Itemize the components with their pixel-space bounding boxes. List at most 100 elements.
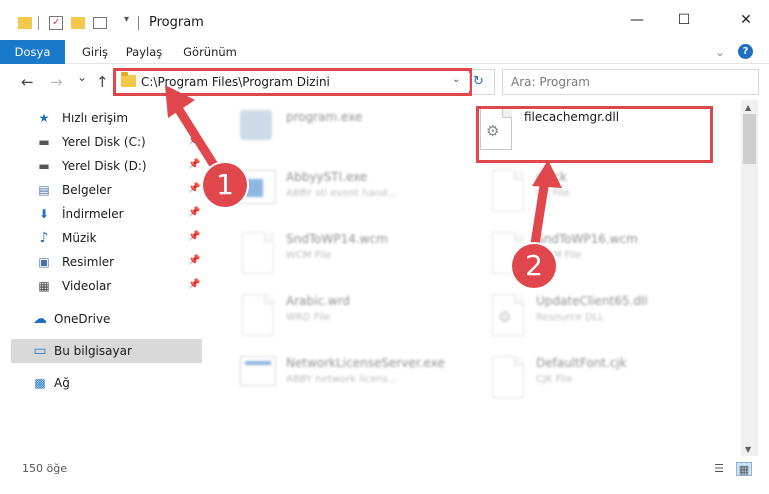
pin-icon: 📌 [188, 255, 201, 266]
up-button[interactable]: ↑ [96, 73, 109, 91]
file-name: ck.ck [536, 170, 567, 184]
step-marker-1: 1 [203, 163, 247, 207]
music-icon: ♪ [39, 230, 49, 246]
ribbon-collapse-button[interactable]: ⌄ [712, 40, 728, 64]
sidebar-item-local-disk-c[interactable]: ▬ Yerel Disk (C:) 📌 [0, 130, 202, 154]
scrollbar-thumb[interactable] [743, 114, 756, 164]
sidebar-item-label: Ağ [54, 376, 70, 390]
sidebar-item-this-pc[interactable]: ▭ Bu bilgisayar [11, 339, 202, 363]
help-icon[interactable]: ? [738, 44, 753, 59]
sidebar-item-label: İndirmeler [62, 207, 124, 221]
navigation-bar: ← → ⌄ ↑ C:\Program Files\Program Dizini … [0, 64, 769, 100]
tab-home[interactable]: Giriş [73, 40, 117, 64]
sidebar-item-label: Hızlı erişim [62, 111, 129, 125]
file-name: Arabic.wrd [286, 294, 351, 308]
file-item[interactable]: program.exe [224, 102, 474, 158]
search-placeholder[interactable]: Ara: Program [511, 75, 590, 89]
file-icon [492, 356, 524, 398]
title-separator [138, 16, 139, 30]
pin-icon: 📌 [188, 135, 201, 146]
close-button[interactable]: ✕ [723, 0, 769, 40]
sidebar-item-label: Müzik [62, 231, 97, 245]
file-type: ABBY network licens... [286, 374, 398, 385]
sidebar-item-local-disk-d[interactable]: ▬ Yerel Disk (D:) 📌 [0, 154, 202, 178]
file-type: WRD File [286, 312, 331, 323]
computer-icon: ▭ [33, 343, 47, 359]
pictures-icon: ▣ [38, 255, 50, 269]
file-name: NetworkLicenseServer.exe [286, 356, 445, 370]
vertical-scrollbar[interactable]: ▲ ▼ [741, 100, 758, 456]
drive-icon: ▬ [38, 159, 50, 173]
file-type: CJK File [536, 374, 573, 385]
file-type: Resource DLL [536, 312, 604, 323]
sidebar-item-label: Yerel Disk (D:) [62, 159, 147, 173]
recent-locations-button[interactable]: ⌄ [77, 70, 87, 84]
file-highlight-box [476, 106, 713, 163]
file-icon [242, 294, 274, 336]
new-folder-icon[interactable] [71, 17, 85, 29]
forward-button[interactable]: → [50, 73, 63, 91]
tab-share[interactable]: Paylaş [122, 40, 166, 64]
tab-file[interactable]: Dosya [0, 40, 65, 64]
file-item[interactable]: SndToWP14.wcm WCM File [224, 224, 474, 280]
dll-gear-icon: ⚙ [492, 294, 524, 336]
file-name: SndToWP16.wcm [536, 232, 638, 246]
file-item[interactable]: AbbyySTI.exe ABBY sti event hand... [224, 162, 474, 218]
program-exe-icon [240, 110, 272, 140]
file-type: ABBY sti event hand... [286, 188, 397, 199]
file-item[interactable]: ⚙ UpdateClient65.dll Resource DLL [474, 286, 724, 342]
pin-icon: 📌 [188, 183, 201, 194]
videos-icon: ▦ [38, 279, 50, 293]
sidebar-item-label: Bu bilgisayar [54, 344, 132, 358]
file-item[interactable]: DefaultFont.cjk CJK File [474, 348, 724, 404]
file-name: program.exe [286, 110, 363, 124]
sidebar-item-quick-access[interactable]: ★ Hızlı erişim [0, 106, 202, 130]
quick-access-dropdown-icon[interactable]: ▾ [124, 14, 129, 30]
file-icon [492, 170, 524, 212]
sidebar-item-music[interactable]: ♪ Müzik 📌 [0, 226, 202, 250]
pin-icon: 📌 [188, 159, 201, 170]
scroll-up-icon[interactable]: ▲ [745, 103, 751, 112]
download-icon: ⬇ [38, 207, 50, 221]
sidebar-item-label: OneDrive [54, 312, 111, 326]
minimize-button[interactable]: — [614, 0, 660, 40]
pin-icon: 📌 [188, 279, 201, 290]
details-view-icon[interactable]: ☰ [711, 462, 727, 476]
folder-icon [18, 17, 32, 29]
sidebar-item-network[interactable]: ▩ Ağ [0, 371, 202, 395]
file-item[interactable]: Arabic.wrd WRD File [224, 286, 474, 342]
file-type: CK File [536, 188, 570, 199]
address-highlight-box [113, 68, 472, 96]
sidebar-item-onedrive[interactable]: ☁ OneDrive [0, 307, 202, 331]
file-icon [242, 232, 274, 274]
sidebar-item-documents[interactable]: ▤ Belgeler 📌 [0, 178, 202, 202]
file-item[interactable]: ck.ck CK File [474, 162, 724, 218]
star-icon: ★ [38, 111, 50, 125]
scroll-down-icon[interactable]: ▼ [745, 445, 751, 454]
sidebar-item-downloads[interactable]: ⬇ İndirmeler 📌 [0, 202, 202, 226]
cloud-icon: ☁ [33, 311, 47, 327]
search-box[interactable]: Ara: Program [502, 69, 759, 95]
status-bar: 150 öğe ☰ ▦ [0, 456, 769, 494]
file-name: UpdateClient65.dll [536, 294, 648, 308]
ribbon: Dosya Giriş Paylaş Görünüm ⌄ ? [0, 40, 769, 64]
file-type: WCM File [286, 250, 332, 261]
file-item[interactable]: NetworkLicenseServer.exe ABBY network li… [224, 348, 474, 404]
properties-icon[interactable]: ✓ [49, 16, 63, 30]
item-count: 150 öğe [22, 462, 67, 475]
sidebar-item-pictures[interactable]: ▣ Resimler 📌 [0, 250, 202, 274]
file-name: AbbyySTI.exe [286, 170, 368, 184]
large-icons-view-icon[interactable]: ▦ [736, 462, 752, 476]
sidebar-item-label: Yerel Disk (C:) [62, 135, 146, 149]
refresh-button[interactable]: ↻ [469, 73, 487, 91]
separator-icon [38, 16, 39, 30]
pin-icon: 📌 [188, 207, 201, 218]
maximize-button[interactable]: ☐ [661, 0, 707, 40]
exe-icon [240, 356, 276, 386]
tab-view[interactable]: Görünüm [180, 40, 240, 64]
file-item[interactable]: SndToWP16.wcm WCM File [474, 224, 724, 280]
back-button[interactable]: ← [21, 73, 34, 91]
step-marker-2: 2 [512, 244, 556, 288]
sidebar-item-videos[interactable]: ▦ Videolar 📌 [0, 274, 202, 298]
customize-toolbar-icon[interactable] [93, 17, 107, 29]
